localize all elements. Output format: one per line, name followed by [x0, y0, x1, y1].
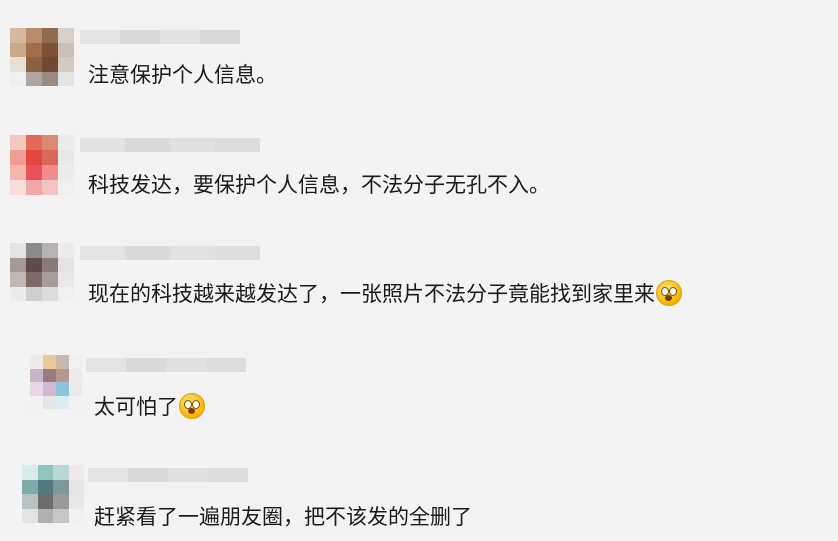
comment-text: 科技发达，要保护个人信息，不法分子无孔不入。 [88, 172, 550, 198]
comment-text-content: 注意保护个人信息。 [88, 63, 277, 87]
shocked-face-icon [656, 280, 682, 306]
comment-text-content: 现在的科技越来越发达了，一张照片不法分子竟能找到家里来 [88, 282, 655, 306]
comment-text: 赶紧看了一遍朋友圈，把不该发的全删了 [94, 504, 472, 530]
comment-item: 科技发达，要保护个人信息，不法分子无孔不入。 [0, 130, 838, 210]
comment-text: 现在的科技越来越发达了，一张照片不法分子竟能找到家里来 [88, 280, 682, 307]
username-blurred[interactable] [88, 468, 248, 482]
comment-text: 太可怕了 [94, 393, 205, 420]
comment-item: 太可怕了 [0, 350, 838, 430]
comment-text: 注意保护个人信息。 [88, 62, 277, 88]
avatar[interactable] [22, 465, 84, 523]
comment-text-content: 太可怕了 [94, 395, 178, 419]
username-blurred[interactable] [80, 30, 240, 44]
comment-list: 注意保护个人信息。 科技发达，要保护个人信息，不法分子无孔不入。 现在的科技越来… [0, 0, 838, 541]
username-blurred[interactable] [86, 358, 246, 372]
avatar[interactable] [10, 243, 74, 301]
avatar[interactable] [10, 135, 74, 195]
comment-text-content: 科技发达，要保护个人信息，不法分子无孔不入。 [88, 173, 550, 197]
avatar[interactable] [10, 28, 74, 86]
comment-item: 现在的科技越来越发达了，一张照片不法分子竟能找到家里来 [0, 240, 838, 320]
comment-item: 注意保护个人信息。 [0, 20, 838, 100]
comment-item: 赶紧看了一遍朋友圈，把不该发的全删了 [0, 460, 838, 540]
username-blurred[interactable] [80, 138, 260, 152]
avatar[interactable] [30, 355, 82, 409]
shocked-face-icon [179, 393, 205, 419]
username-blurred[interactable] [80, 246, 260, 260]
comment-text-content: 赶紧看了一遍朋友圈，把不该发的全删了 [94, 505, 472, 529]
